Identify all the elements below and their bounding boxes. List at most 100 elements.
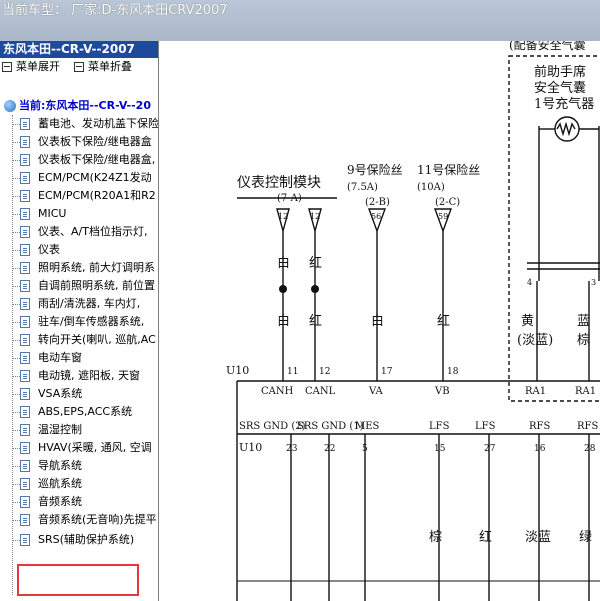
signal-label: RA1 [525, 386, 546, 397]
signal-label: SRS GND (1) [297, 421, 364, 432]
fuse-rating: (7.5A) [347, 182, 378, 193]
collapse-icon[interactable] [74, 62, 84, 72]
wire-color-label: 白 [371, 313, 384, 329]
tree-item[interactable]: 导航系统 [0, 457, 158, 475]
tree-item[interactable]: 转向开关(喇叭, 巡航,AC [0, 331, 158, 349]
tree-item-label: ECM/PCM(R20A1和R2 [38, 189, 156, 202]
pin-number: 16 [534, 444, 546, 454]
sidebar: 东风本田--CR-V--2007 菜单展开 菜单折叠 当前:东风本田--CR-V… [0, 41, 159, 601]
squib-label: 1号充气器 [534, 96, 594, 112]
tree-item[interactable]: MICU [0, 205, 158, 223]
tree-item[interactable]: 蓄电池、发动机盖下保险 [0, 115, 158, 133]
tree-item[interactable]: ECM/PCM(R20A1和R2 [0, 187, 158, 205]
pin-number: 11 [287, 367, 298, 377]
tree-item[interactable]: 电动车窗 [0, 349, 158, 367]
tree-item-srs[interactable]: SRS(辅助保护系统) [0, 531, 158, 549]
wire-color-label: 红 [437, 313, 450, 329]
tree-item[interactable]: 雨刮/清洗器, 车内灯, [0, 295, 158, 313]
wiring-diagram[interactable]: (配备安全气囊 前助手席 安全气囊 1号充气器 仪表控制模块 (7-A) 9号保… [159, 41, 600, 601]
pin-number: 59 [438, 212, 448, 221]
document-icon [20, 534, 30, 546]
signal-label: VB [434, 386, 450, 397]
tree-view: 当前:东风本田--CR-V--20 蓄电池、发动机盖下保险 仪表板下保险/继电器… [0, 97, 158, 549]
document-icon [20, 262, 30, 274]
wire-color-label: 棕 [429, 530, 442, 545]
tree-item[interactable]: 仪表板下保险/继电器盒 [0, 133, 158, 151]
wire-color-label: 红 [309, 255, 322, 271]
expand-menu-link[interactable]: 菜单展开 [16, 60, 60, 73]
tree-item-label: 自调前照明系统, 前位置 [38, 279, 155, 292]
tree-item[interactable]: 音频系统(无音响)先提平 [0, 511, 158, 529]
fuse-label: 11号保险丝 [417, 162, 480, 177]
splice-dot [311, 285, 319, 293]
tree-item[interactable]: 照明系统, 前大灯调明系 [0, 259, 158, 277]
tree-item-label: ABS,EPS,ACC系统 [38, 405, 133, 418]
wire-color-label: 黄 [521, 314, 534, 329]
document-icon [20, 136, 30, 148]
car-header: 东风本田--CR-V--2007 [0, 41, 158, 58]
pin-number: 4 [527, 278, 532, 287]
signal-label: LFS [475, 421, 496, 432]
document-icon [20, 226, 30, 238]
document-icon [20, 424, 30, 436]
tree-item-label: 温湿控制 [38, 423, 82, 436]
tree-item[interactable]: VSA系统 [0, 385, 158, 403]
connector-label: (7-A) [277, 193, 302, 204]
document-icon [20, 334, 30, 346]
document-icon [20, 478, 30, 490]
document-icon [20, 154, 30, 166]
tree-item[interactable]: 电动镜, 遮阳板, 天窗 [0, 367, 158, 385]
tree-item[interactable]: 仪表 [0, 241, 158, 259]
tree-item[interactable]: HVAV(采暖, 通风, 空调 [0, 439, 158, 457]
tree-item[interactable]: 巡航系统 [0, 475, 158, 493]
document-icon [20, 460, 30, 472]
connector-label: (2-B) [365, 197, 390, 208]
tree-item-label: 仪表、A/T档位指示灯, [38, 225, 148, 238]
document-icon [20, 388, 30, 400]
tree-item[interactable]: 驻车/倒车传感器系统, [0, 313, 158, 331]
signal-label: RFS [577, 421, 598, 432]
document-icon [20, 406, 30, 418]
document-icon [20, 316, 30, 328]
wire-color-label: 淡蓝 [525, 530, 551, 545]
tree-item[interactable]: 仪表板下保险/继电器盒, [0, 151, 158, 169]
window-title: 当前车型： 厂家:D-东风本田CRV2007 [2, 3, 228, 18]
wire-color-label: 绿 [579, 530, 592, 545]
pin-number: 17 [381, 367, 393, 377]
expand-icon[interactable] [2, 62, 12, 72]
tree-root[interactable]: 当前:东风本田--CR-V--20 [0, 97, 158, 115]
tree-item[interactable]: ECM/PCM(K24Z1发动 [0, 169, 158, 187]
tree-item-label: 仪表板下保险/继电器盒 [38, 135, 152, 148]
tree-item[interactable]: ABS,EPS,ACC系统 [0, 403, 158, 421]
fuse-rating: (10A) [417, 182, 445, 193]
tree-item-label: 驻车/倒车传感器系统, [38, 315, 145, 328]
document-icon [20, 352, 30, 364]
collapse-menu-link[interactable]: 菜单折叠 [88, 60, 132, 73]
document-icon [20, 172, 30, 184]
tree-item[interactable]: 温湿控制 [0, 421, 158, 439]
tree-item-label: 仪表板下保险/继电器盒, [38, 153, 156, 166]
tree-item-label: ECM/PCM(K24Z1发动 [38, 171, 152, 184]
module-label: 仪表控制模块 [237, 175, 321, 191]
document-icon [20, 280, 30, 292]
tree-item-label: 电动车窗 [38, 351, 82, 364]
signal-label: MES [355, 421, 380, 432]
document-icon [20, 514, 30, 526]
pin-number: 22 [324, 444, 335, 454]
tree-item[interactable]: 自调前照明系统, 前位置 [0, 277, 158, 295]
signal-label: RA1 [575, 386, 596, 397]
menu-controls: 菜单展开 菜单折叠 [0, 58, 158, 76]
signal-label: VA [368, 386, 384, 397]
pin-number: 12 [310, 212, 320, 221]
signal-label: RFS [529, 421, 550, 432]
document-icon [20, 298, 30, 310]
window-titlebar: 当前车型： 厂家:D-东风本田CRV2007 [0, 0, 600, 41]
tree-item-label: 电动镜, 遮阳板, 天窗 [38, 369, 140, 382]
wire-color-label: 蓝 [577, 314, 590, 329]
tree-item[interactable]: 音频系统 [0, 493, 158, 511]
tree-item[interactable]: 仪表、A/T档位指示灯, [0, 223, 158, 241]
wire-color-label: 白 [277, 255, 290, 271]
tree-item-label: 转向开关(喇叭, 巡航,AC [38, 333, 156, 346]
document-icon [20, 496, 30, 508]
airbag-box-title: (配备安全气囊 [509, 41, 586, 52]
